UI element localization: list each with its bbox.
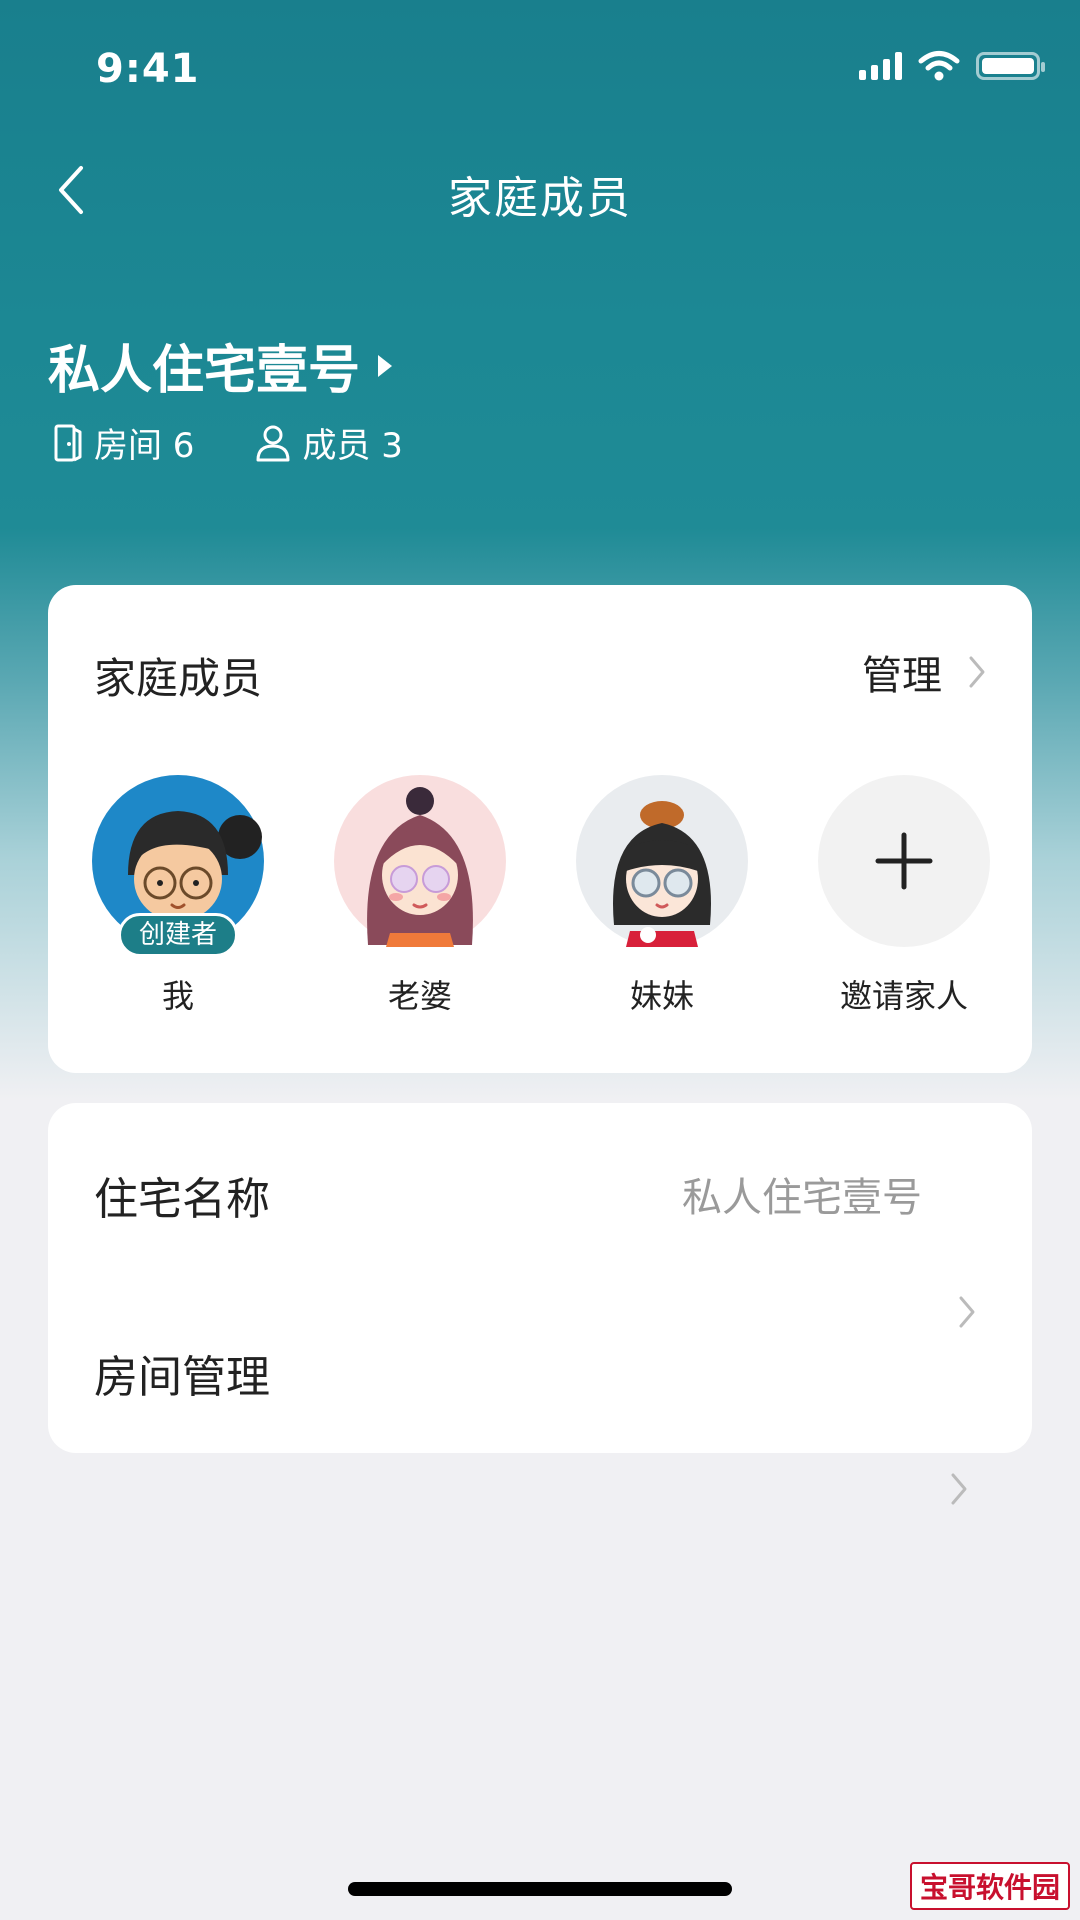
home-settings-card: 住宅名称 私人住宅壹号 房间管理 <box>48 1103 1032 1453</box>
member-item[interactable]: 妹妹 <box>576 775 748 1017</box>
member-name: 老婆 <box>387 977 452 1015</box>
status-bar: 9:41 <box>0 0 1080 140</box>
members-list: 创建者 我 老婆 妹妹 邀请家人 <box>92 775 990 1017</box>
family-members-card: 家庭成员 管理 创建者 我 老婆 妹妹 邀请家人 <box>48 585 1032 1073</box>
home-name-value: 私人住宅壹号 <box>682 1175 922 1221</box>
sister-avatar-icon <box>576 775 748 947</box>
member-name: 我 <box>161 977 194 1015</box>
chevron-right-icon <box>969 656 985 688</box>
rooms-count: 房间 6 <box>94 426 195 466</box>
invite-label: 邀请家人 <box>839 977 968 1015</box>
member-item[interactable]: 创建者 我 <box>92 775 264 1017</box>
home-name-row[interactable]: 住宅名称 私人住宅壹号 <box>48 1103 1032 1328</box>
member-item[interactable]: 老婆 <box>334 775 506 1017</box>
cellular-signal-icon <box>859 52 902 80</box>
home-name-label: 住宅名称 <box>94 1174 270 1225</box>
person-icon <box>256 425 290 461</box>
status-icons <box>859 50 1045 82</box>
battery-icon <box>976 52 1045 80</box>
caret-right-icon <box>378 354 393 377</box>
watermark: 宝哥软件园 <box>909 1862 1070 1910</box>
rooms-stat: 房间 6 <box>52 418 194 467</box>
member-name: 妹妹 <box>629 977 694 1015</box>
members-count: 成员 3 <box>302 426 403 466</box>
home-indicator <box>348 1882 732 1896</box>
navigation-bar: 家庭成员 <box>0 140 1080 240</box>
home-name: 私人住宅壹号 <box>48 341 361 401</box>
invite-avatar <box>818 775 990 947</box>
girl-avatar-icon <box>334 775 506 947</box>
room-management-row[interactable]: 房间管理 <box>48 1273 1032 1453</box>
avatar: 创建者 <box>92 775 264 957</box>
wifi-icon <box>918 51 960 81</box>
status-time: 9:41 <box>96 46 200 92</box>
chevron-right-icon <box>951 1473 967 1505</box>
members-card-title: 家庭成员 <box>94 654 263 703</box>
page-title: 家庭成员 <box>448 173 632 224</box>
avatar <box>334 775 506 947</box>
avatar <box>576 775 748 947</box>
door-icon <box>54 424 82 461</box>
room-management-label: 房间管理 <box>94 1352 270 1403</box>
creator-badge: 创建者 <box>118 913 238 957</box>
manage-button[interactable]: 管理 <box>862 643 986 701</box>
plus-icon <box>875 832 933 890</box>
invite-family-button[interactable]: 邀请家人 <box>818 775 990 1017</box>
manage-label: 管理 <box>862 653 942 699</box>
home-switcher[interactable]: 私人住宅壹号 <box>48 328 393 403</box>
members-stat: 成员 3 <box>254 418 403 467</box>
home-stats: 房间 6 成员 3 <box>52 418 403 467</box>
